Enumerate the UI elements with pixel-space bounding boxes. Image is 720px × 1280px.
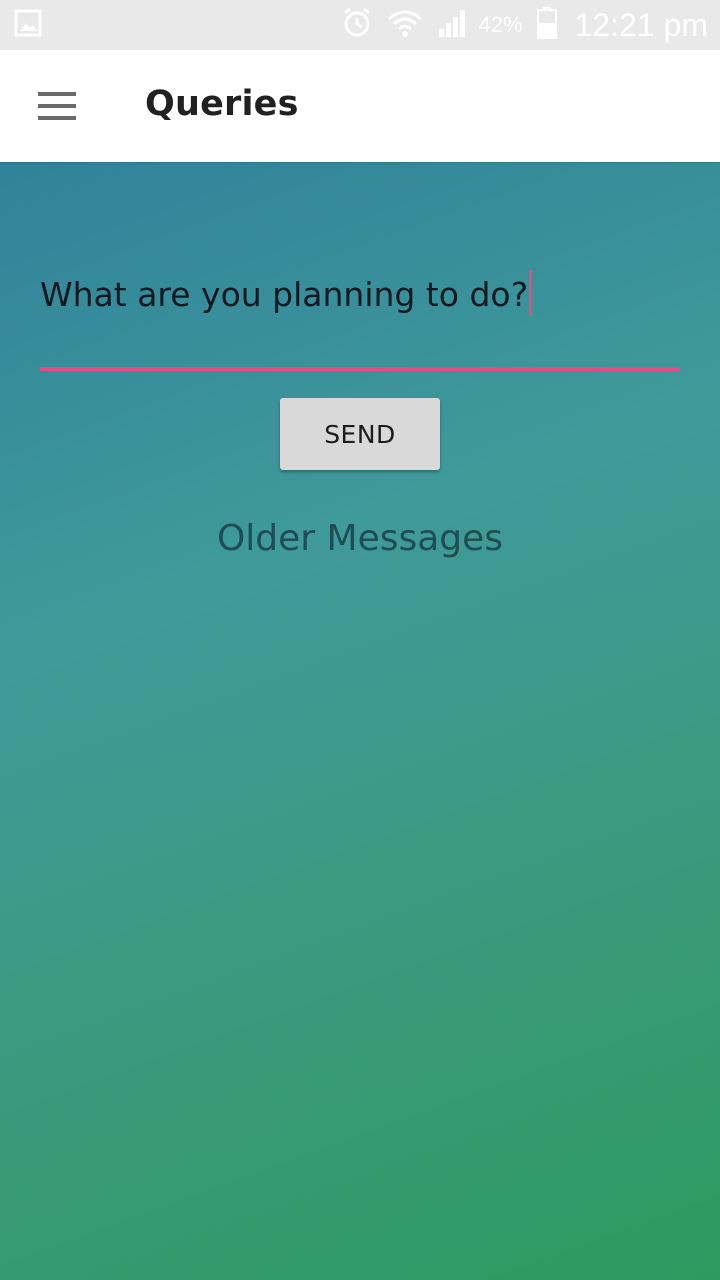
queries-screen: 42% 12:21 pm Queries What are you planni…	[0, 0, 720, 1280]
gallery-icon	[14, 9, 42, 41]
text-caret	[529, 270, 533, 316]
older-messages-link[interactable]: Older Messages	[0, 518, 720, 559]
query-input[interactable]: What are you planning to do?	[40, 262, 680, 374]
wifi-icon	[387, 7, 423, 43]
hamburger-menu-icon[interactable]	[38, 92, 76, 120]
app-bar: Queries	[0, 50, 720, 162]
battery-icon	[536, 7, 557, 43]
send-button[interactable]: SEND	[280, 398, 440, 470]
query-input-underline	[40, 367, 680, 371]
battery-percent: 42%	[478, 12, 523, 37]
query-value: What are you planning to do?	[40, 275, 529, 314]
status-time: 12:21 pm	[574, 6, 708, 43]
status-bar: 42% 12:21 pm	[0, 0, 720, 50]
alarm-icon	[341, 7, 373, 43]
signal-icon	[437, 7, 469, 43]
query-input-text[interactable]: What are you planning to do?	[40, 270, 533, 316]
page-title: Queries	[145, 84, 299, 124]
